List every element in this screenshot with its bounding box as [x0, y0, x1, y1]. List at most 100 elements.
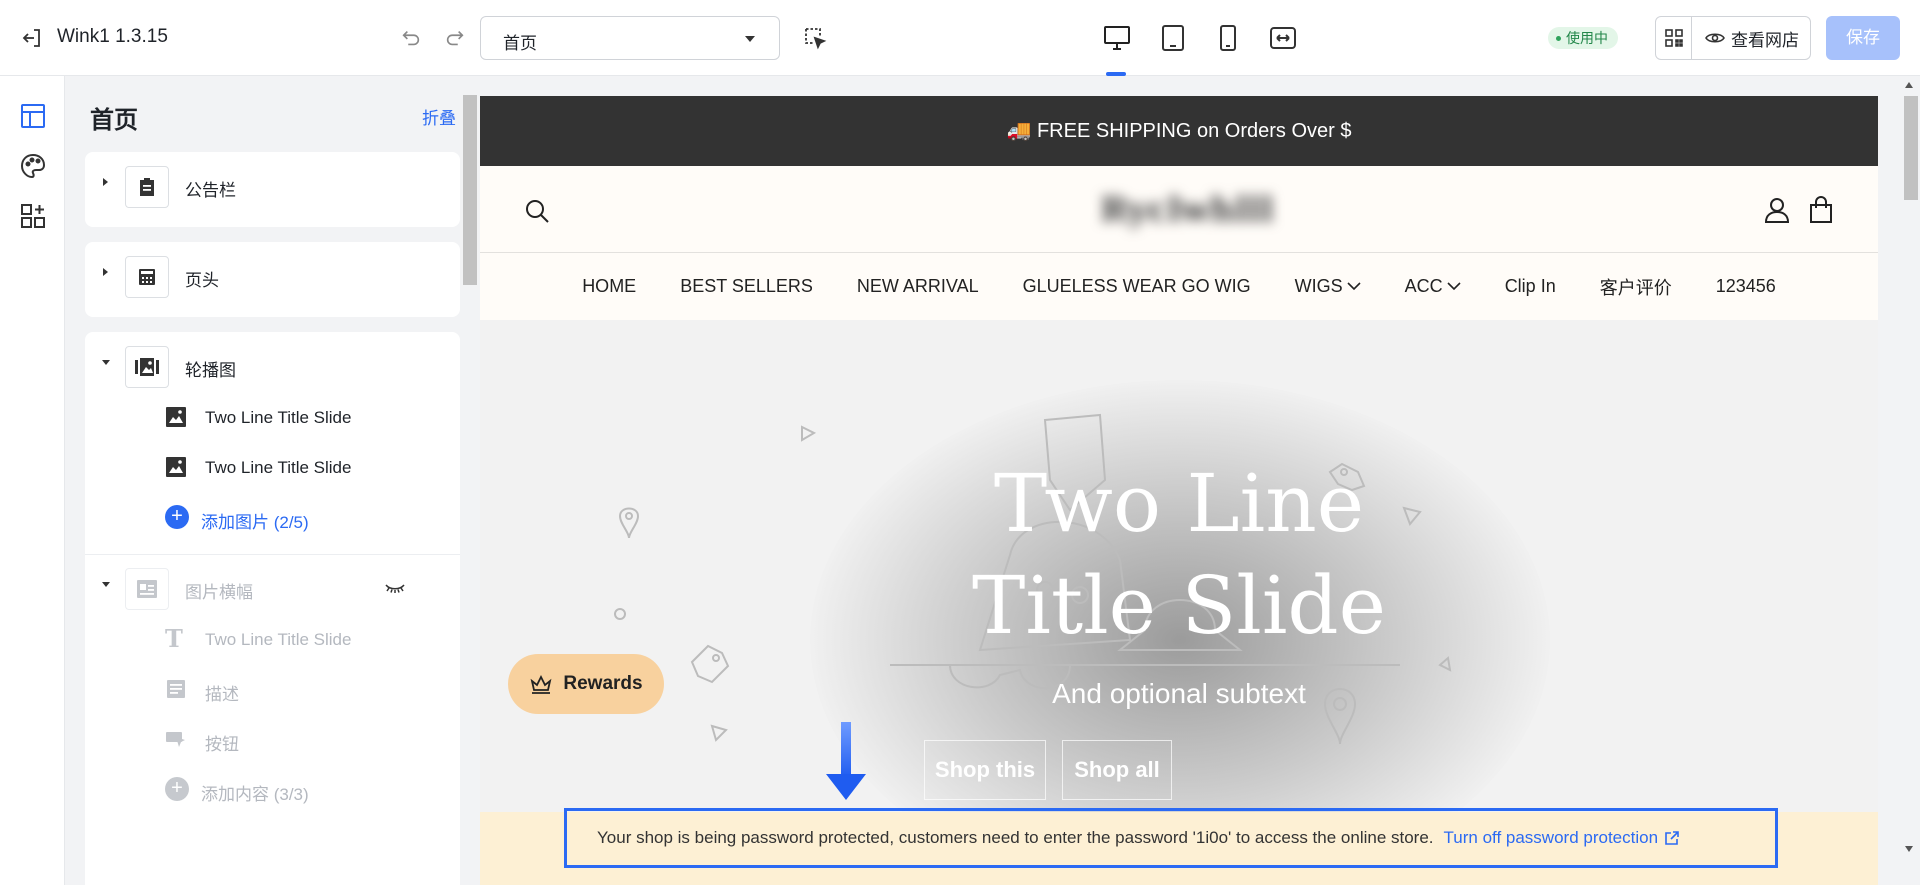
canvas-scroll-up-icon[interactable] [1905, 82, 1913, 88]
desktop-view-button[interactable] [1101, 22, 1133, 54]
view-store-label: 查看网店 [1731, 30, 1799, 50]
preview-button-group: 查看网店 [1655, 16, 1811, 60]
section-label: 页头 [185, 271, 219, 290]
add-image-label: 添加图片 (2/5) [201, 513, 309, 532]
nav-item-123456[interactable]: 123456 [1716, 276, 1776, 297]
rewards-label: Rewards [563, 673, 643, 694]
hero-title-line: Two Line [993, 457, 1365, 550]
external-link-icon [1665, 831, 1679, 845]
section-slideshow: 轮播图 Two Line Title Slide Two Line Title … [85, 332, 460, 885]
block-row[interactable]: 按钮 [85, 714, 460, 764]
hero-slideshow[interactable]: Two Line Title Slide And optional subtex… [480, 320, 1878, 885]
search-icon[interactable] [524, 198, 550, 224]
block-row[interactable]: 描述 [85, 664, 460, 714]
redo-icon[interactable] [444, 27, 466, 49]
block-label: Two Line Title Slide [205, 630, 352, 649]
collapse-arrow-icon[interactable] [102, 582, 110, 587]
preview-canvas: 🚚 FREE SHIPPING on Orders Over $ Ryclwhl… [478, 76, 1920, 885]
password-protection-notice: Your shop is being password protected, c… [564, 808, 1778, 868]
section-row[interactable]: 轮播图 [85, 332, 460, 392]
top-bar: Wink1 1.3.15 首页 使用中 查看网店 保存 [0, 0, 1920, 76]
section-row[interactable]: 公告栏 [85, 152, 460, 212]
turn-off-password-link[interactable]: Turn off password protection [1444, 828, 1681, 848]
tablet-landscape-view-button[interactable] [1157, 22, 1189, 54]
section-label: 图片横幅 [185, 583, 253, 602]
page-select-value: 首页 [503, 34, 537, 53]
nav-item-home[interactable]: HOME [582, 276, 636, 297]
undo-icon[interactable] [400, 27, 422, 49]
store-logo[interactable]: Ryclwhlll [1100, 190, 1274, 230]
cart-bag-icon[interactable] [1808, 196, 1834, 224]
eye-icon [1705, 33, 1725, 43]
chevron-down-icon [1447, 282, 1461, 291]
block-label: Two Line Title Slide [205, 458, 352, 477]
qr-code-button[interactable] [1656, 17, 1692, 59]
nav-item-clip-in[interactable]: Clip In [1505, 276, 1556, 297]
collapse-arrow-icon[interactable] [102, 360, 110, 365]
crown-icon [530, 674, 552, 694]
plus-icon: + [165, 505, 189, 529]
section-label: 轮播图 [185, 361, 236, 380]
shop-all-button[interactable]: Shop all [1062, 740, 1172, 800]
tablet-icon [1162, 25, 1184, 51]
slideshow-icon [125, 346, 169, 388]
nav-item-best-sellers[interactable]: BEST SELLERS [680, 276, 813, 297]
view-store-button[interactable]: 查看网店 [1693, 17, 1811, 59]
add-image-button[interactable]: + 添加图片 (2/5) [85, 492, 460, 542]
section-row[interactable]: 图片横幅 [85, 554, 460, 614]
select-element-icon[interactable] [803, 26, 827, 50]
hidden-eye-icon[interactable] [385, 582, 405, 594]
fullscreen-view-button[interactable] [1267, 22, 1299, 54]
layout-icon[interactable] [19, 102, 47, 130]
section-label: 公告栏 [185, 181, 236, 200]
password-notice-text: Your shop is being password protected, c… [597, 828, 1434, 847]
nav-item-acc[interactable]: ACC [1405, 276, 1461, 297]
section-row[interactable]: 页头 [85, 242, 460, 302]
button-block-icon [166, 732, 185, 747]
canvas-scrollbar-thumb[interactable] [1904, 96, 1918, 200]
chevron-down-icon [745, 36, 755, 42]
block-row[interactable]: T Two Line Title Slide [85, 614, 460, 664]
fullscreen-icon [1270, 27, 1296, 49]
status-badge: 使用中 [1548, 27, 1618, 49]
nav-item-label: ACC [1404, 276, 1443, 296]
section-header: 页头 [85, 242, 460, 317]
apps-icon[interactable] [19, 202, 47, 230]
announcement-bar[interactable]: 🚚 FREE SHIPPING on Orders Over $ [480, 96, 1878, 166]
panel-scrollbar-thumb[interactable] [463, 95, 477, 285]
account-icon[interactable] [1764, 196, 1790, 224]
image-banner-icon [125, 568, 169, 610]
canvas-scroll-down-icon[interactable] [1905, 846, 1913, 852]
nav-item-reviews[interactable]: 客户评价 [1600, 274, 1672, 300]
sections-panel: 首页 折叠 公告栏 页头 轮播图 Two Line Title Slide Tw… [65, 76, 462, 885]
block-row[interactable]: Two Line Title Slide [85, 442, 460, 492]
rewards-button[interactable]: Rewards [508, 654, 664, 714]
nav-item-glueless[interactable]: GLUELESS WEAR GO WIG [1023, 276, 1251, 297]
qr-code-icon [1664, 29, 1683, 47]
add-content-label: 添加内容 (3/3) [201, 785, 309, 804]
store-header[interactable]: Ryclwhlll [480, 166, 1878, 253]
nav-item-new-arrival[interactable]: NEW ARRIVAL [857, 276, 979, 297]
nav-item-wigs[interactable]: WIGS [1295, 276, 1361, 297]
block-row[interactable]: Two Line Title Slide [85, 392, 460, 442]
save-button[interactable]: 保存 [1826, 16, 1900, 60]
expand-arrow-icon[interactable] [103, 178, 108, 186]
collapse-all-button[interactable]: 折叠 [422, 104, 456, 129]
text-icon: T [165, 624, 183, 653]
exit-icon[interactable] [20, 26, 44, 50]
clipboard-icon [125, 166, 169, 208]
theme-palette-icon[interactable] [19, 152, 47, 180]
hero-title-line: Title Slide [972, 559, 1386, 652]
shop-this-button[interactable]: Shop this [924, 740, 1046, 800]
icon-rail [0, 76, 65, 885]
image-icon [166, 457, 186, 477]
add-content-button[interactable]: + 添加内容 (3/3) [85, 764, 460, 814]
block-label: 按钮 [205, 735, 239, 754]
app-title: Wink1 1.3.15 [57, 26, 168, 47]
page-select[interactable]: 首页 [480, 16, 780, 60]
expand-arrow-icon[interactable] [103, 268, 108, 276]
mobile-view-button[interactable] [1212, 22, 1244, 54]
plus-icon: + [165, 777, 189, 801]
mobile-icon [1220, 25, 1236, 51]
turn-off-password-label: Turn off password protection [1443, 828, 1659, 847]
